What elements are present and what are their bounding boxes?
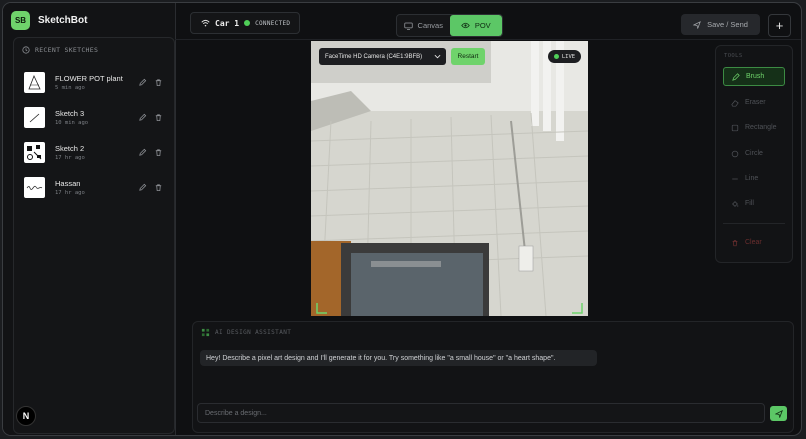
car-name: Car 1 bbox=[215, 18, 240, 28]
view-toggle: Canvas POV bbox=[396, 14, 503, 37]
brush-icon bbox=[732, 72, 740, 81]
clear-button[interactable]: Clear bbox=[723, 233, 785, 252]
sketch-time: 10 min ago bbox=[55, 120, 89, 126]
live-label: LIVE bbox=[561, 53, 576, 60]
sketch-name: Sketch 3 bbox=[55, 109, 85, 118]
live-badge: LIVE bbox=[548, 50, 581, 63]
edit-icon[interactable] bbox=[138, 113, 147, 122]
add-button[interactable]: + bbox=[768, 14, 791, 37]
camera-feed: FaceTime HD Camera (C4E1:9BFB) Restart L… bbox=[311, 41, 588, 316]
car-connection-status[interactable]: Car 1 CONNECTED bbox=[190, 12, 300, 34]
line-icon bbox=[732, 178, 738, 179]
live-dot bbox=[553, 54, 559, 59]
sketch-item[interactable]: Sketch 3 10 min ago bbox=[24, 107, 169, 133]
tools-panel: TOOLS Brush Eraser Rectangle Circle Line… bbox=[715, 45, 793, 263]
sketch-time: 17 hr ago bbox=[55, 190, 85, 196]
camera-device-name: FaceTime HD Camera (C4E1:9BFB) bbox=[325, 53, 423, 60]
sketch-thumbnail bbox=[24, 107, 45, 128]
trash-icon[interactable] bbox=[154, 148, 163, 157]
sketch-thumbnail bbox=[24, 142, 45, 163]
tool-circle-label: Circle bbox=[745, 150, 763, 157]
clear-label: Clear bbox=[745, 239, 762, 246]
app-name: SketchBot bbox=[38, 15, 88, 26]
dev-badge[interactable]: N bbox=[16, 406, 36, 426]
ai-assistant-title: AI DESIGN ASSISTANT bbox=[215, 329, 292, 336]
tool-rectangle-label: Rectangle bbox=[745, 124, 777, 131]
send-icon bbox=[693, 20, 701, 29]
top-bar: Car 1 CONNECTED Canvas POV Save / Send + bbox=[175, 3, 801, 40]
recent-sketches-title: RECENT SKETCHES bbox=[35, 46, 99, 54]
tool-circle[interactable]: Circle bbox=[723, 144, 785, 163]
tool-eraser-label: Eraser bbox=[745, 99, 766, 106]
tool-brush-label: Brush bbox=[746, 73, 765, 80]
tool-line[interactable]: Line bbox=[723, 169, 785, 188]
tab-canvas[interactable]: Canvas bbox=[397, 15, 450, 36]
brand: SB SketchBot bbox=[11, 11, 87, 30]
sparkles-icon bbox=[201, 328, 210, 337]
send-button[interactable] bbox=[770, 406, 787, 421]
sketch-name: Sketch 2 bbox=[55, 144, 85, 153]
wifi-icon bbox=[201, 19, 210, 27]
camera-image bbox=[311, 41, 588, 316]
app-logo: SB bbox=[11, 11, 30, 30]
sketch-time: 17 hr ago bbox=[55, 155, 85, 161]
sketch-thumbnail bbox=[24, 177, 45, 198]
eye-icon bbox=[461, 22, 470, 29]
tool-fill[interactable]: Fill bbox=[723, 194, 785, 213]
recent-sketches-header: RECENT SKETCHES bbox=[22, 46, 98, 54]
save-send-label: Save / Send bbox=[707, 20, 748, 29]
sketch-name: Hassan bbox=[55, 179, 81, 188]
design-prompt-input[interactable]: Describe a design... bbox=[197, 403, 765, 423]
edit-icon[interactable] bbox=[138, 78, 147, 87]
sketch-item[interactable]: Hassan 17 hr ago bbox=[24, 177, 169, 203]
sketch-name: FLOWER POT plant bbox=[55, 74, 123, 83]
trash-icon[interactable] bbox=[154, 78, 163, 87]
ai-assistant-panel: AI DESIGN ASSISTANT Hey! Describe a pixe… bbox=[192, 321, 794, 433]
circle-icon bbox=[731, 150, 739, 157]
connection-status: CONNECTED bbox=[255, 19, 291, 27]
sketch-thumbnail bbox=[24, 72, 45, 93]
sketch-item[interactable]: FLOWER POT plant 5 min ago bbox=[24, 72, 169, 98]
trash-icon bbox=[732, 239, 738, 246]
fill-icon bbox=[732, 200, 739, 207]
tool-line-label: Line bbox=[745, 175, 759, 182]
tab-pov-label: POV bbox=[474, 21, 491, 30]
assistant-message: Hey! Describe a pixel art design and I'l… bbox=[200, 350, 597, 366]
app-window: SB SketchBot RECENT SKETCHES FLOWER POT … bbox=[2, 2, 802, 436]
rectangle-icon bbox=[731, 124, 739, 131]
tool-fill-label: Fill bbox=[745, 200, 754, 207]
monitor-icon bbox=[403, 22, 413, 30]
tool-rectangle[interactable]: Rectangle bbox=[723, 118, 785, 137]
recent-sketches-panel: RECENT SKETCHES FLOWER POT plant 5 min a… bbox=[13, 37, 175, 434]
tools-divider bbox=[723, 223, 785, 224]
edit-icon[interactable] bbox=[138, 148, 147, 157]
eraser-icon bbox=[731, 99, 739, 107]
connected-dot bbox=[244, 20, 251, 26]
tab-canvas-label: Canvas bbox=[417, 21, 443, 30]
history-icon bbox=[22, 46, 30, 54]
tool-brush[interactable]: Brush bbox=[723, 67, 785, 86]
sidebar: SB SketchBot RECENT SKETCHES FLOWER POT … bbox=[3, 3, 176, 435]
tools-title: TOOLS bbox=[724, 53, 743, 59]
restart-button[interactable]: Restart bbox=[451, 48, 485, 65]
tool-eraser[interactable]: Eraser bbox=[723, 93, 785, 112]
camera-select[interactable]: FaceTime HD Camera (C4E1:9BFB) bbox=[319, 48, 446, 65]
save-send-button[interactable]: Save / Send bbox=[681, 14, 760, 35]
tab-pov[interactable]: POV bbox=[449, 15, 502, 36]
chevron-down-icon bbox=[434, 54, 441, 59]
trash-icon[interactable] bbox=[154, 113, 163, 122]
sketch-time: 5 min ago bbox=[55, 85, 85, 91]
trash-icon[interactable] bbox=[154, 183, 163, 192]
sketch-item[interactable]: Sketch 2 17 hr ago bbox=[24, 142, 169, 168]
ai-assistant-header: AI DESIGN ASSISTANT bbox=[201, 328, 291, 337]
send-icon bbox=[774, 409, 783, 418]
edit-icon[interactable] bbox=[138, 183, 147, 192]
